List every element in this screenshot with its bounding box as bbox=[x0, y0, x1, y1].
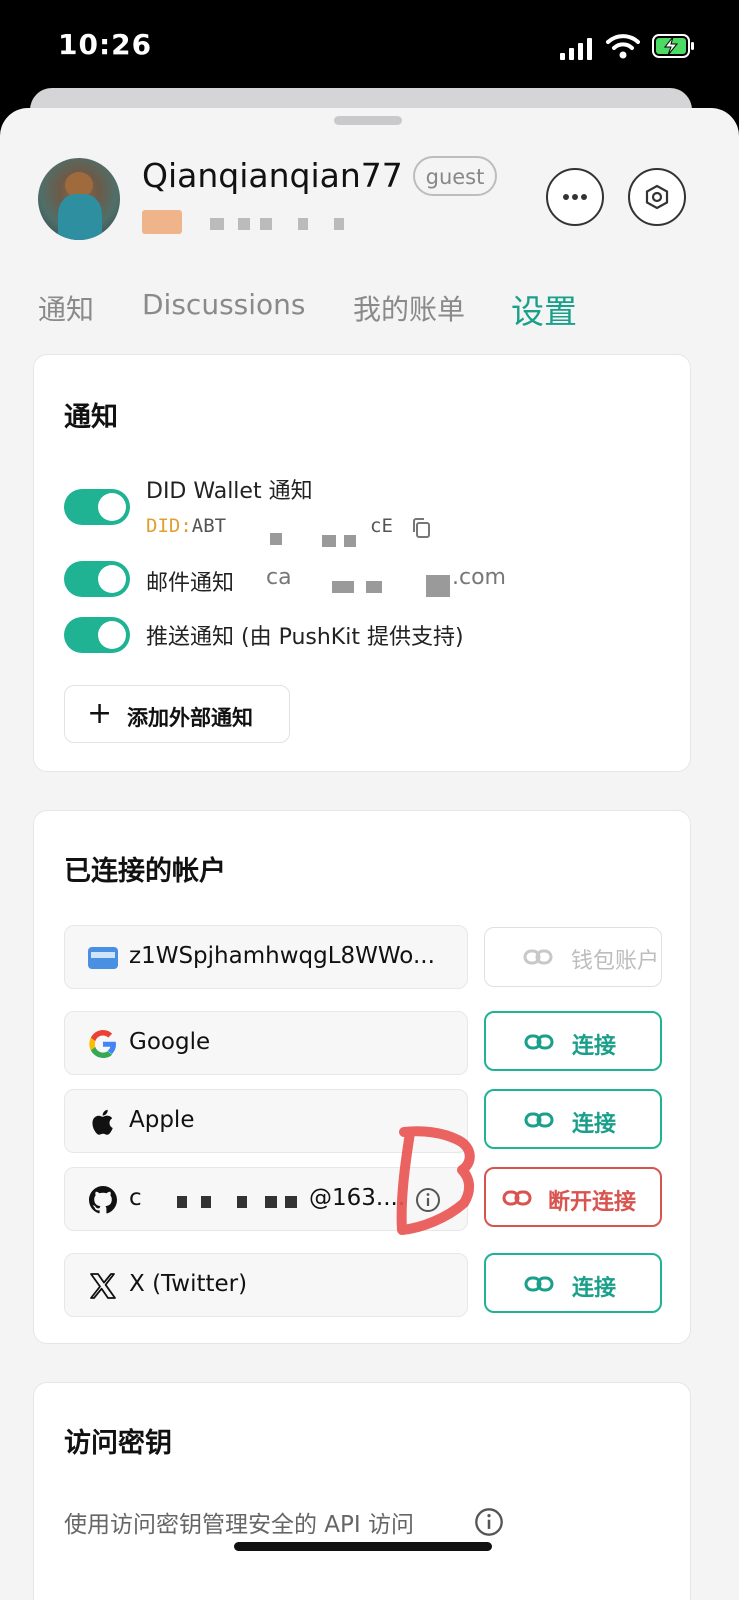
status-bar: 10:26 bbox=[0, 0, 739, 100]
settings-button[interactable] bbox=[628, 168, 686, 226]
github-redacted-2 bbox=[201, 1196, 211, 1208]
more-horizontal-icon bbox=[563, 194, 587, 200]
github-redacted-5 bbox=[285, 1196, 297, 1208]
role-badge: guest bbox=[413, 156, 497, 196]
connected-accounts-card: 已连接的帐户 z1WSpjhamhwqgL8WWo... 钱包账户 Google… bbox=[33, 810, 691, 1344]
email-redacted-1 bbox=[332, 581, 354, 593]
did-redacted-2 bbox=[322, 535, 336, 547]
settings-sheet: Qianqianqian77 guest 通知 Discussions 我的账单… bbox=[0, 108, 739, 1600]
connected-accounts-title: 已连接的帐户 bbox=[64, 856, 226, 887]
access-keys-description: 使用访问密钥管理安全的 API 访问 bbox=[64, 1512, 415, 1538]
x-twitter-connect-button[interactable]: 连接 bbox=[484, 1253, 662, 1313]
google-icon bbox=[89, 1030, 116, 1058]
email-redacted-3 bbox=[426, 575, 450, 597]
link-icon bbox=[502, 1190, 532, 1206]
user-did-redacted bbox=[142, 208, 372, 238]
apple-icon bbox=[92, 1109, 113, 1135]
wallet-card-icon bbox=[88, 947, 118, 969]
github-redacted-4 bbox=[265, 1196, 277, 1208]
hexagon-settings-icon bbox=[645, 184, 669, 210]
account-row-x-twitter: X (Twitter) bbox=[64, 1253, 468, 1317]
access-keys-title: 访问密钥 bbox=[64, 1428, 172, 1459]
google-connect-button[interactable]: 连接 bbox=[484, 1011, 662, 1071]
did-redacted-3 bbox=[344, 535, 356, 547]
push-toggle[interactable] bbox=[64, 617, 130, 653]
tab-discussions[interactable]: Discussions bbox=[142, 288, 306, 321]
tab-notifications[interactable]: 通知 bbox=[38, 288, 94, 328]
email-label: 邮件通知 bbox=[146, 571, 235, 596]
home-indicator[interactable] bbox=[234, 1542, 492, 1551]
cellular-signal-icon bbox=[560, 36, 594, 60]
account-row-google: Google bbox=[64, 1011, 468, 1075]
drag-handle[interactable] bbox=[334, 116, 402, 125]
tab-billing[interactable]: 我的账单 bbox=[353, 288, 465, 328]
more-button[interactable] bbox=[546, 168, 604, 226]
access-keys-card: 访问密钥 使用访问密钥管理安全的 API 访问 bbox=[33, 1382, 691, 1600]
plus-icon: + bbox=[87, 696, 113, 731]
battery-charging-icon bbox=[652, 34, 694, 58]
did-wallet-label: DID Wallet 通知 bbox=[146, 479, 313, 504]
avatar[interactable] bbox=[38, 158, 120, 240]
add-external-notification-button[interactable]: + 添加外部通知 bbox=[64, 685, 290, 743]
link-icon bbox=[524, 1112, 554, 1128]
account-row-wallet: z1WSpjhamhwqgL8WWo... bbox=[64, 925, 468, 989]
notifications-title: 通知 bbox=[64, 402, 118, 433]
tab-settings[interactable]: 设置 bbox=[511, 285, 577, 333]
github-disconnect-button[interactable]: 断开连接 bbox=[484, 1167, 662, 1227]
status-time: 10:26 bbox=[58, 28, 153, 61]
email-value-prefix: ca bbox=[266, 565, 292, 590]
github-icon bbox=[89, 1186, 117, 1214]
x-icon bbox=[90, 1273, 116, 1299]
did-redacted-1 bbox=[270, 533, 282, 545]
did-wallet-toggle[interactable] bbox=[64, 489, 130, 525]
copy-icon[interactable] bbox=[410, 516, 432, 540]
email-value-suffix: .com bbox=[452, 565, 506, 590]
github-redacted-1 bbox=[177, 1196, 187, 1208]
email-redacted-2 bbox=[366, 581, 382, 593]
github-redacted-3 bbox=[237, 1196, 247, 1208]
link-icon bbox=[524, 1034, 554, 1050]
wifi-icon bbox=[606, 34, 640, 59]
push-label: 推送通知 (由 PushKit 提供支持) bbox=[146, 625, 464, 650]
link-icon bbox=[523, 949, 553, 965]
notifications-card: 通知 DID Wallet 通知 DID:ABT cE 邮件通知 ca .com… bbox=[33, 354, 691, 772]
info-icon[interactable] bbox=[474, 1507, 504, 1537]
red-annotation-mark bbox=[396, 1126, 475, 1235]
link-icon bbox=[524, 1276, 554, 1292]
username: Qianqianqian77 bbox=[142, 156, 403, 195]
did-address: DID:ABT bbox=[146, 515, 227, 537]
apple-connect-button[interactable]: 连接 bbox=[484, 1089, 662, 1149]
did-address-suffix: cE bbox=[370, 515, 393, 537]
email-toggle[interactable] bbox=[64, 561, 130, 597]
wallet-account-button: 钱包账户 bbox=[484, 927, 662, 987]
